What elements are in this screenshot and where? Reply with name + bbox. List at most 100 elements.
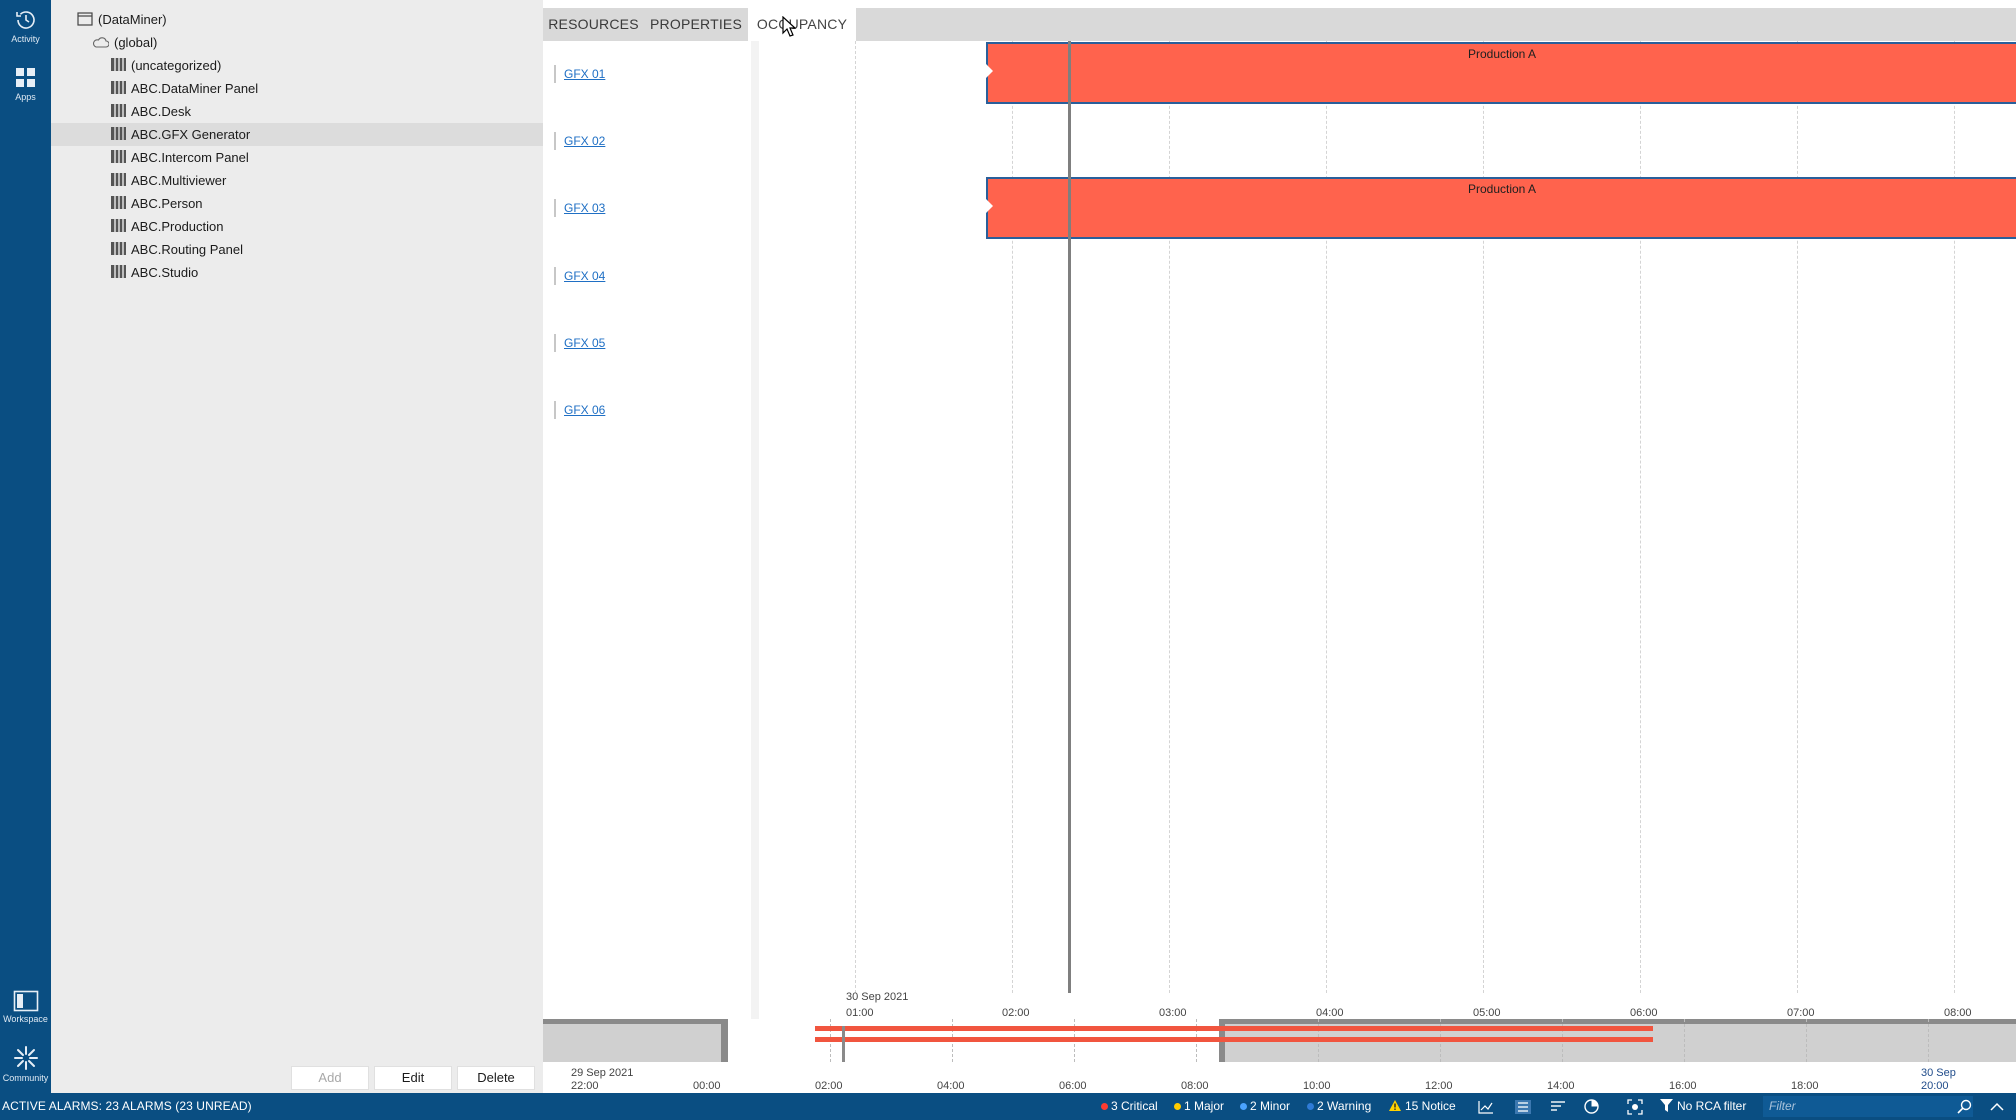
overview-tick-label: 14:00: [1547, 1080, 1575, 1092]
apps-grid-icon: [15, 68, 35, 87]
tree-item[interactable]: ABC.Production: [51, 215, 543, 238]
cloud-icon: [93, 37, 109, 48]
element-type-icon: [111, 150, 126, 163]
tree-item-label: ABC.Multiviewer: [131, 173, 227, 188]
pie-chart-icon[interactable]: [1584, 1099, 1599, 1114]
community-label: Community: [2, 1073, 49, 1083]
workspace-icon: [13, 990, 38, 1012]
tree-item-label: ABC.Production: [131, 219, 224, 234]
tree-item-label: (uncategorized): [131, 58, 222, 73]
tree-item[interactable]: ABC.DataMiner Panel: [51, 77, 543, 100]
resource-link[interactable]: GFX 03: [554, 199, 605, 217]
element-type-icon: [111, 104, 126, 117]
timeline-tick-label: 08:00: [1944, 1007, 1972, 1019]
resource-link[interactable]: GFX 02: [554, 132, 605, 150]
tab-resources[interactable]: RESOURCES: [543, 8, 644, 41]
resource-link[interactable]: GFX 04: [554, 267, 605, 285]
tree-item[interactable]: ABC.Routing Panel: [51, 238, 543, 261]
focus-icon[interactable]: [1627, 1099, 1643, 1115]
panel-splitter[interactable]: [751, 41, 759, 1021]
list-view-icon[interactable]: [1515, 1100, 1531, 1114]
tree-item[interactable]: ABC.Intercom Panel: [51, 146, 543, 169]
rca-filter[interactable]: No RCA filter: [1660, 1093, 1746, 1120]
tree-item[interactable]: ABC.Studio: [51, 261, 543, 284]
tree-item[interactable]: ABC.Desk: [51, 100, 543, 123]
timeline-tick-label: 07:00: [1787, 1007, 1815, 1019]
tab-properties[interactable]: PROPERTIES: [644, 8, 748, 41]
alarm-filter-input[interactable]: Filter: [1763, 1096, 1973, 1117]
search-icon[interactable]: [1957, 1099, 1972, 1114]
apps-label: Apps: [15, 92, 36, 102]
overview-start-date: 29 Sep 2021: [571, 1067, 634, 1079]
element-type-icon: [111, 81, 126, 94]
overview-tick-label: 10:00: [1303, 1080, 1331, 1092]
overview-tick-label: 02:00: [815, 1080, 843, 1092]
warning-dot-icon: [1307, 1103, 1314, 1110]
overview-booking-bar: [815, 1037, 1653, 1042]
booking-label: Production A: [1467, 47, 1537, 61]
booking-block[interactable]: Production A: [986, 177, 2016, 239]
timeline-tick-label: 02:00: [1002, 1007, 1030, 1019]
tree-item-label: ABC.Intercom Panel: [131, 150, 249, 165]
overview-left-mask[interactable]: [543, 1019, 728, 1062]
chevron-up-icon[interactable]: [1990, 1102, 2004, 1111]
trend-chart-icon[interactable]: [1478, 1100, 1494, 1114]
add-button[interactable]: Add: [291, 1066, 369, 1090]
timeline-tick-label: 01:00: [846, 1007, 874, 1019]
tree-item-label: ABC.GFX Generator: [131, 127, 251, 142]
warning-triangle-icon: [1389, 1100, 1401, 1111]
overview-tick-label: 08:00: [1181, 1080, 1209, 1092]
tree-item[interactable]: (uncategorized): [51, 54, 543, 77]
element-type-icon: [111, 219, 126, 232]
critical-alarm-count[interactable]: 3 Critical: [1101, 1093, 1158, 1120]
tree-item-selected[interactable]: ABC.GFX Generator: [51, 123, 543, 146]
sort-icon[interactable]: [1550, 1100, 1566, 1114]
workspace-button[interactable]: Workspace: [0, 990, 51, 1024]
community-icon: [13, 1046, 38, 1070]
tree-item-label: ABC.Studio: [131, 265, 199, 280]
timeline-date-label: 30 Sep 2021: [846, 991, 909, 1003]
critical-dot-icon: [1101, 1103, 1108, 1110]
overview-tick-label: 12:00: [1425, 1080, 1453, 1092]
active-alarms-label[interactable]: ACTIVE ALARMS: 23 ALARMS (23 UNREAD): [2, 1093, 252, 1120]
element-type-icon: [111, 196, 126, 209]
overview-grid-line: [1928, 1019, 1929, 1062]
booking-start-notch: [986, 64, 993, 78]
community-button[interactable]: Community: [0, 1045, 51, 1083]
overview-tick-label: 18:00: [1791, 1080, 1819, 1092]
apps-button[interactable]: Apps: [0, 66, 51, 102]
timeline-overview[interactable]: [543, 1019, 2016, 1062]
timeline-tick-label: 04:00: [1316, 1007, 1344, 1019]
tree-global-item[interactable]: (global): [51, 31, 543, 54]
minor-label: 2 Minor: [1250, 1099, 1291, 1113]
notice-alarm-count[interactable]: 15 Notice: [1388, 1093, 1456, 1120]
tree-item-label: ABC.Desk: [131, 104, 191, 119]
grid-line: [855, 41, 856, 993]
element-type-icon: [111, 242, 126, 255]
resource-link[interactable]: GFX 01: [554, 65, 605, 83]
left-navigation: Activity Apps Workspace Community: [0, 0, 51, 1093]
minor-alarm-count[interactable]: 2 Minor: [1240, 1093, 1290, 1120]
activity-button[interactable]: Activity: [0, 8, 51, 44]
overview-current-time-line: [842, 1026, 845, 1062]
edit-button[interactable]: Edit: [374, 1066, 452, 1090]
tree-root-item[interactable]: (DataMiner): [51, 8, 543, 31]
warning-alarm-count[interactable]: 2 Warning: [1307, 1093, 1371, 1120]
resource-link[interactable]: GFX 05: [554, 334, 605, 352]
element-type-icon: [111, 127, 126, 140]
booking-block[interactable]: Production A: [986, 42, 2016, 104]
booking-start-notch: [986, 199, 993, 213]
delete-button[interactable]: Delete: [457, 1066, 535, 1090]
status-bar: ACTIVE ALARMS: 23 ALARMS (23 UNREAD) 3 C…: [0, 1093, 2016, 1120]
tree-item[interactable]: ABC.Multiviewer: [51, 169, 543, 192]
resource-link[interactable]: GFX 06: [554, 401, 605, 419]
tab-occupancy[interactable]: OCCUPANCY: [748, 8, 856, 41]
major-alarm-count[interactable]: 1 Major: [1174, 1093, 1224, 1120]
tree-item[interactable]: ABC.Person: [51, 192, 543, 215]
element-type-icon: [111, 265, 126, 278]
element-type-icon: [111, 58, 126, 71]
app-window: Activity Apps Workspace Community (DataM…: [0, 0, 2016, 1120]
overview-tick-label: 04:00: [937, 1080, 965, 1092]
occupancy-timeline[interactable]: Production A Production A: [759, 41, 2016, 993]
filter-funnel-icon: [1660, 1099, 1673, 1112]
